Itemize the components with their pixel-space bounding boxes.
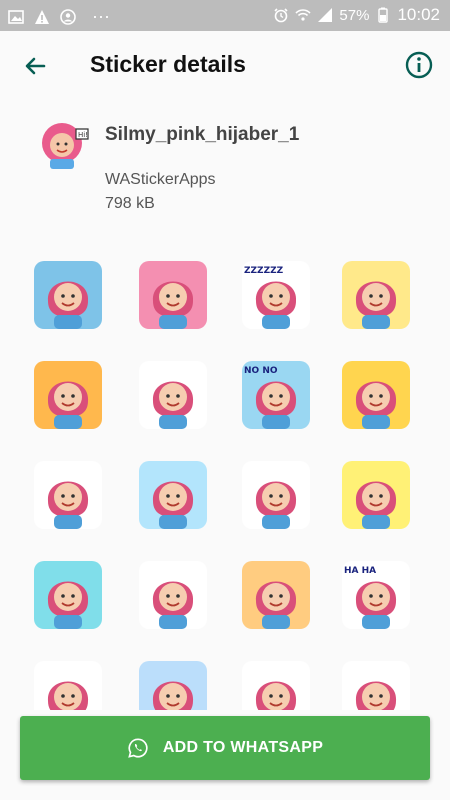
more-notifications-dots: ···: [92, 6, 110, 26]
clock: 10:02: [397, 5, 440, 24]
pack-size: 798 kB: [105, 195, 155, 212]
sticker-14[interactable]: [135, 557, 211, 633]
sticker-15[interactable]: [238, 557, 314, 633]
signal-icon: [318, 8, 333, 22]
sticker-caption: ZZZZZZ: [244, 266, 284, 276]
pack-name: Silmy_pink_hijaber_1: [105, 124, 300, 145]
sticker-caption: NO NO: [244, 366, 278, 376]
status-right: 57% 10:02: [273, 5, 440, 25]
sticker-11[interactable]: [238, 457, 314, 533]
account-icon: [60, 8, 76, 25]
sticker-20[interactable]: [338, 657, 414, 710]
sticker-17[interactable]: [30, 657, 106, 710]
sticker-13[interactable]: [30, 557, 106, 633]
sticker-4[interactable]: [338, 257, 414, 333]
page-title: Sticker details: [90, 51, 246, 77]
sticker-pack-tray-icon: Hi!: [42, 123, 89, 169]
status-left: ···: [8, 6, 110, 27]
wifi-icon: [295, 9, 311, 21]
warning-icon: [35, 9, 49, 24]
sticker-7[interactable]: NO NO: [238, 357, 314, 433]
sticker-1[interactable]: [30, 257, 106, 333]
svg-text:Hi!: Hi!: [78, 131, 88, 139]
pack-publisher: WAStickerApps: [105, 171, 216, 188]
image-icon: [8, 9, 24, 24]
alarm-icon: [274, 8, 288, 23]
back-arrow-icon[interactable]: [20, 51, 50, 81]
sticker-10[interactable]: [135, 457, 211, 533]
info-icon[interactable]: [404, 50, 434, 80]
battery-icon: [378, 7, 389, 23]
add-to-whatsapp-content: ADD TO WHATSAPP: [20, 716, 430, 780]
sticker-caption: HA HA: [344, 566, 376, 576]
sticker-3[interactable]: ZZZZZZ: [238, 257, 314, 333]
sticker-16[interactable]: HA HA: [338, 557, 414, 633]
sticker-8[interactable]: [338, 357, 414, 433]
battery-percent: 57%: [339, 6, 370, 24]
sticker-6[interactable]: [135, 357, 211, 433]
status-bar: ··· 57% 10:02: [0, 0, 450, 31]
whatsapp-icon: [128, 738, 148, 758]
add-to-whatsapp-button[interactable]: ADD TO WHATSAPP: [20, 716, 430, 780]
add-to-whatsapp-label: ADD TO WHATSAPP: [162, 739, 324, 756]
sticker-19[interactable]: [238, 657, 314, 710]
sticker-2[interactable]: [135, 257, 211, 333]
app-bar: Sticker details: [0, 31, 450, 101]
sticker-12[interactable]: [338, 457, 414, 533]
sticker-grid: ZZZZZZ NO NO HA HA: [0, 245, 450, 710]
sticker-5[interactable]: [30, 357, 106, 433]
sticker-18[interactable]: [135, 657, 211, 710]
sticker-9[interactable]: [30, 457, 106, 533]
